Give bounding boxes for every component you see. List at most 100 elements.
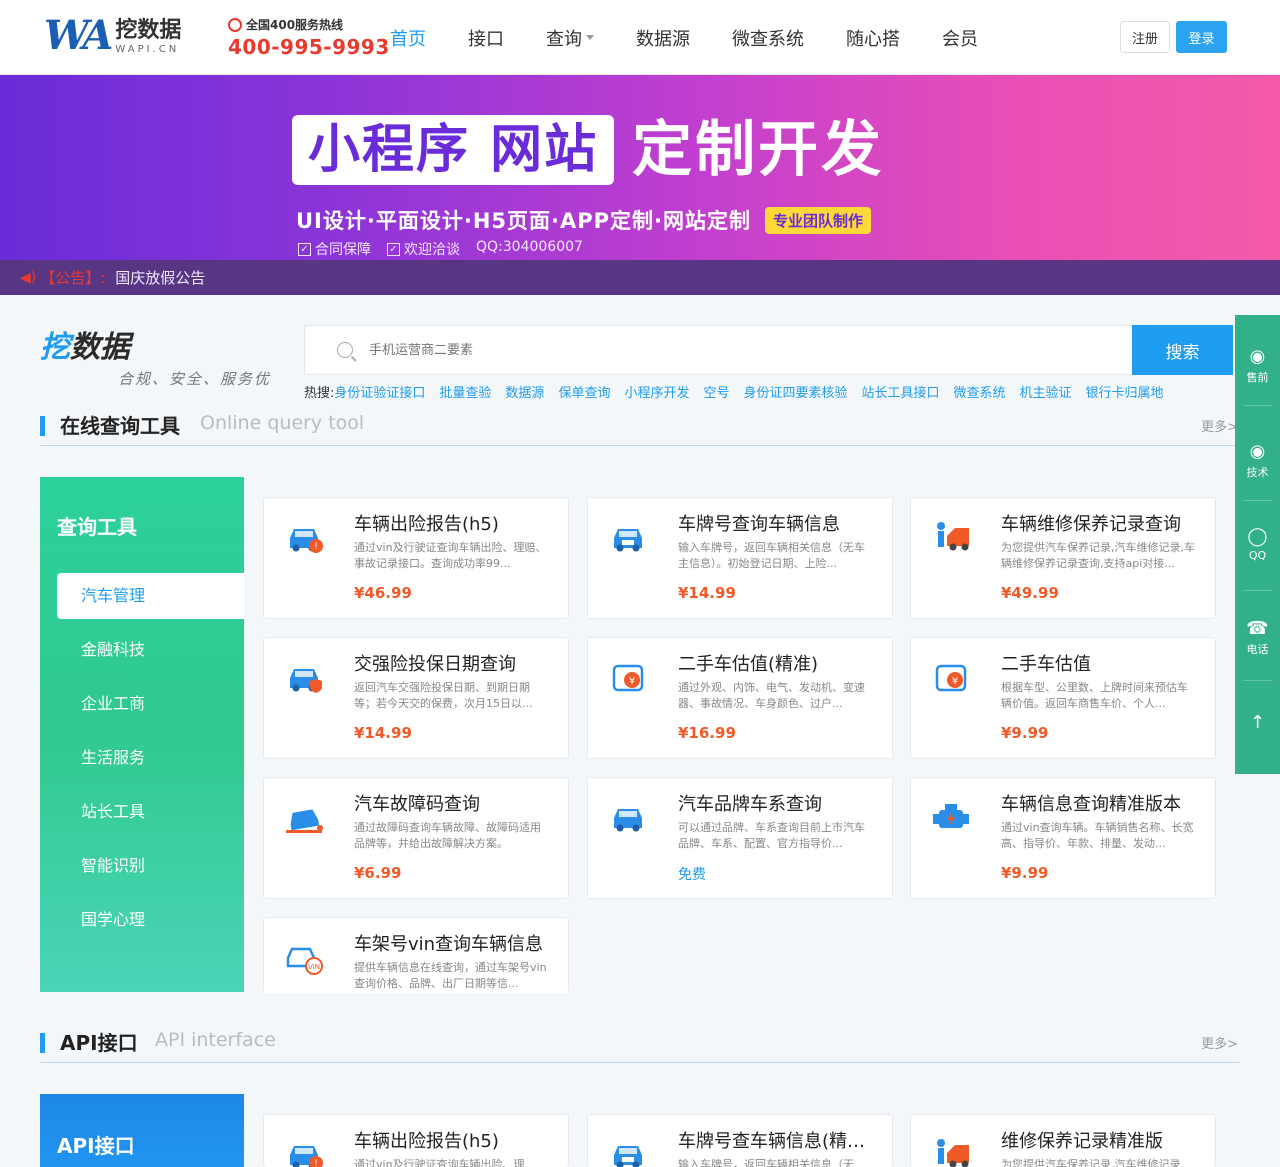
category-item-webmaster[interactable]: 站长工具: [57, 789, 244, 835]
wechat-icon: ◉: [1249, 441, 1266, 462]
float-phone[interactable]: ☎ 电话: [1235, 617, 1280, 657]
hot-search-label: 热搜:: [304, 386, 335, 401]
service-card[interactable]: ¥ 二手车估值(精准) 通过外观、内饰、电气、发动机、变速器、事故情况、车身颜色、过…: [587, 637, 893, 759]
card-description: 通过vin及行驶证查询车辆出险、理: [354, 1158, 525, 1167]
notice-link[interactable]: 国庆放假公告: [115, 267, 205, 288]
speaker-icon: ◀): [20, 269, 37, 286]
card-title: 车辆维修保养记录查询: [1001, 514, 1181, 535]
hot-link[interactable]: 身份证四要素核验: [743, 382, 847, 401]
float-label: 技术: [1246, 466, 1269, 479]
service-card[interactable]: ! 车辆出险报告(h5) 通过vin及行驶证查询车辆出险、理: [263, 1114, 569, 1167]
float-qq[interactable]: ◯ QQ: [1235, 525, 1280, 562]
more-link[interactable]: 更多>: [1201, 416, 1238, 435]
service-card[interactable]: 车辆信息查询精准版本通过vin查询车辆。车辆销售名称、长宽高、指导价、年款、排量…: [910, 777, 1216, 899]
card-price: ¥9.99: [1001, 864, 1049, 882]
card-description: 输入车牌号，返回车辆相关信息（无: [678, 1158, 854, 1167]
section-subtitle: Online query tool: [200, 412, 365, 434]
car-warning-icon: !: [290, 529, 323, 553]
service-card[interactable]: 交强险投保日期查询 返回汽车交强险投保日期、到期日期等；若今天交的保费，次月15日…: [263, 637, 569, 759]
nav-item-weicha[interactable]: 微查系统: [732, 25, 804, 51]
hot-link[interactable]: 站长工具接口: [862, 382, 940, 401]
service-card[interactable]: ! 车辆出险报告(h5) 通过vin及行驶证查询车辆出险、理赔、事故记录接口。查询成…: [263, 497, 569, 619]
service-card[interactable]: 车牌号查车辆信息(精准... 输入车牌号，返回车辆相关信息（无: [587, 1114, 893, 1167]
hot-link[interactable]: 微查系统: [954, 382, 1006, 401]
card-title: 车辆信息查询精准版本: [1001, 794, 1181, 815]
nav-item-datasource[interactable]: 数据源: [636, 25, 690, 51]
car-plate-icon: [614, 529, 642, 552]
service-card[interactable]: 汽车故障码查询 通过故障码查询车辆故障、故障码适用品牌等，并给出故障解决方案。 ¥6…: [263, 777, 569, 899]
hot-link[interactable]: 保单查询: [558, 382, 610, 401]
category-item-finance[interactable]: 金融科技: [57, 627, 244, 673]
svg-text:!: !: [314, 542, 318, 552]
car-fault-icon: [286, 809, 323, 833]
category-item-guoxue[interactable]: 国学心理: [57, 897, 244, 943]
card-title: 车牌号查询车辆信息: [678, 514, 840, 535]
hot-link[interactable]: 空号: [703, 382, 729, 401]
service-card[interactable]: VIN 车架号vin查询车辆信息 提供车辆信息在线查询，通过车架号vin查询价格、品…: [263, 917, 569, 993]
service-card[interactable]: 车牌号查询车辆信息输入车牌号，返回车辆相关信息（无车主信息）。初始登记日期、上险…: [587, 497, 893, 619]
search-icon: [337, 342, 353, 358]
hot-link[interactable]: 小程序开发: [624, 382, 689, 401]
nav-item-query-label: 查询: [546, 28, 582, 50]
card-title: 交强险投保日期查询: [354, 654, 516, 675]
card-description: 为您提供汽车保养记录,汽车维修记录,车辆维修保养记录查询,支持api对接...: [1001, 541, 1195, 570]
service-card[interactable]: ¥ 二手车估值 根据车型、公里数、上牌时间来预估车辆价值。返回车商售车价、个人...…: [910, 637, 1216, 759]
banner-qq: QQ:304006007: [476, 239, 583, 255]
card-description: 通过vin查询车辆。车辆销售名称、长宽高、指导价、年款、排量、发动...: [1001, 821, 1194, 850]
float-tech[interactable]: ◉ 技术: [1235, 440, 1280, 480]
service-card[interactable]: 维修保养记录精准版 为您提供汽车保养记录,汽车维修记录: [910, 1114, 1216, 1167]
chevron-down-icon: [586, 35, 594, 40]
card-price: ¥14.99: [354, 724, 412, 742]
more-link[interactable]: 更多>: [1201, 1033, 1238, 1052]
promo-banner[interactable]: 小程序 网站 定制开发 UI设计·平面设计·H5页面·APP定制·网站定制 专业…: [0, 75, 1280, 260]
card-description: 通过外观、内饰、电气、发动机、变速器、事故情况、车身颜色、过户...: [678, 681, 865, 710]
banner-check-1: 合同保障: [315, 242, 371, 258]
api-section-head: API接口 API interface 更多>: [40, 1027, 1240, 1063]
category-item-recognition[interactable]: 智能识别: [57, 843, 244, 889]
nav-item-api[interactable]: 接口: [468, 25, 504, 51]
wechat-icon: ◉: [1249, 346, 1266, 367]
phone-icon: ☎: [1246, 618, 1269, 639]
brand-name-part2: 数据: [70, 330, 130, 365]
nav-item-home[interactable]: 首页: [390, 25, 426, 51]
service-card[interactable]: 汽车品牌车系查询 可以通过品牌、车系查询目前上市汽车品牌、车系、配置、官方指导价.…: [587, 777, 893, 899]
card-title: 汽车品牌车系查询: [678, 794, 822, 815]
hot-link[interactable]: 数据源: [505, 382, 544, 401]
card-title: 二手车估值(精准): [678, 654, 819, 675]
nav-item-query[interactable]: 查询: [546, 25, 594, 51]
car-brand-icon: [614, 809, 642, 832]
back-to-top-button[interactable]: ↑: [1235, 711, 1280, 735]
phone-icon: [228, 17, 242, 32]
site-logo[interactable]: WA 挖数据 WAPI.CN: [44, 14, 181, 58]
float-presale[interactable]: ◉ 售前: [1235, 345, 1280, 385]
login-button[interactable]: 登录: [1176, 21, 1227, 53]
notice-label: 【公告】:: [40, 269, 106, 287]
card-description: 为您提供汽车保养记录,汽车维修记录: [1001, 1158, 1181, 1167]
search-input[interactable]: [369, 342, 1069, 358]
register-button[interactable]: 注册: [1120, 21, 1170, 53]
floating-contact-bar: ◉ 售前 ◉ 技术 ◯ QQ ☎ 电话 ↑: [1235, 315, 1280, 774]
hot-link[interactable]: 身份证验证接口: [334, 382, 425, 401]
hot-link[interactable]: 银行卡归属地: [1086, 382, 1164, 401]
hot-link[interactable]: 批量查验: [439, 382, 491, 401]
card-description: 输入车牌号，返回车辆相关信息（无车主信息）。初始登记日期、上险...: [678, 541, 865, 570]
search-button[interactable]: 搜索: [1132, 325, 1233, 375]
service-card[interactable]: 车辆维修保养记录查询为您提供汽车保养记录,汽车维修记录,车辆维修保养记录查询,支…: [910, 497, 1216, 619]
brand-slogan: 合规、安全、服务优: [118, 370, 272, 388]
engine-icon: [933, 804, 969, 828]
banner-tag: 专业团队制作: [765, 206, 872, 234]
card-price: ¥6.99: [354, 864, 402, 882]
category-item-car[interactable]: 汽车管理: [57, 573, 244, 619]
card-price: 免费: [678, 867, 706, 883]
nav-item-suixinda[interactable]: 随心搭: [846, 25, 900, 51]
logo-en: WAPI.CN: [115, 43, 180, 55]
hot-link[interactable]: 机主验证: [1020, 382, 1072, 401]
car-repair-icon: [937, 1139, 969, 1167]
qq-icon: ◯: [1247, 526, 1268, 547]
main-nav: 首页 接口 查询 数据源 微查系统 随心搭 会员: [390, 0, 1020, 75]
card-description: 通过vin及行驶证查询车辆出险、理赔、事故记录接口。查询成功率99...: [354, 541, 547, 570]
category-item-business[interactable]: 企业工商: [57, 681, 244, 727]
category-panel-title: 查询工具: [57, 515, 137, 539]
category-item-life[interactable]: 生活服务: [57, 735, 244, 781]
nav-item-member[interactable]: 会员: [942, 25, 978, 51]
